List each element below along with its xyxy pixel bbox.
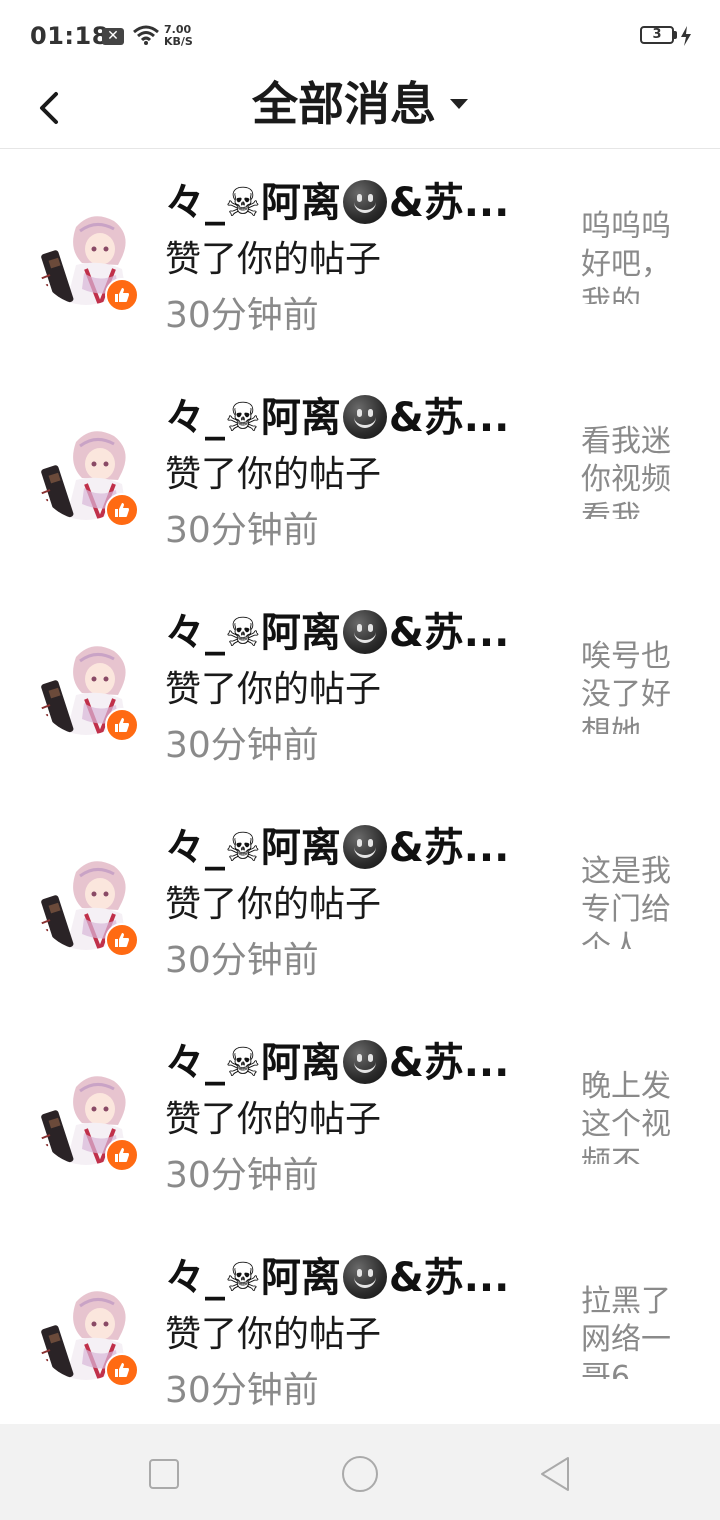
sender-name-prefix: 々_☠阿离 bbox=[165, 610, 341, 656]
action-text: 赞了你的帖子 bbox=[165, 1099, 382, 1140]
thumbs-up-icon bbox=[115, 718, 129, 732]
timestamp: 30分钟前 bbox=[165, 1155, 319, 1196]
post-preview[interactable]: 呜呜呜好吧，我的... bbox=[581, 208, 681, 304]
sender-name: 々_☠阿离 &苏... bbox=[165, 610, 509, 656]
dark-smiley-emoji-icon bbox=[342, 610, 387, 654]
triangle-back-icon bbox=[541, 1457, 569, 1491]
home-button[interactable] bbox=[340, 1454, 380, 1494]
charging-bolt-icon bbox=[681, 26, 691, 46]
message-list: 々_☠阿离 &苏... 赞了你的帖子 30分钟前 呜呜呜好吧，我的... 々_☠… bbox=[0, 150, 720, 1440]
action-text: 赞了你的帖子 bbox=[165, 884, 382, 925]
dark-smiley-emoji-icon bbox=[342, 825, 387, 869]
status-bar: 01:18 ✕ 7.00 KB/S 3 bbox=[0, 0, 720, 72]
sender-name-prefix: 々_☠阿离 bbox=[165, 1040, 341, 1086]
message-row[interactable]: 々_☠阿离 &苏... 赞了你的帖子 30分钟前 看我迷你视频看我... bbox=[0, 365, 720, 580]
thumbs-up-icon bbox=[115, 1363, 129, 1377]
wifi-icon bbox=[133, 25, 159, 45]
message-row[interactable]: 々_☠阿离 &苏... 赞了你的帖子 30分钟前 晚上发这个视频不... bbox=[0, 1010, 720, 1225]
dark-smiley-emoji-icon bbox=[342, 180, 387, 224]
message-row[interactable]: 々_☠阿离 &苏... 赞了你的帖子 30分钟前 这是我专门给个人... bbox=[0, 795, 720, 1010]
caret-down-icon bbox=[450, 99, 468, 109]
timestamp: 30分钟前 bbox=[165, 1370, 319, 1411]
timestamp: 30分钟前 bbox=[165, 940, 319, 981]
thumbs-up-icon bbox=[115, 288, 129, 302]
timestamp: 30分钟前 bbox=[165, 725, 319, 766]
timestamp: 30分钟前 bbox=[165, 510, 319, 551]
action-text: 赞了你的帖子 bbox=[165, 454, 382, 495]
thumbs-up-icon bbox=[115, 1148, 129, 1162]
timestamp: 30分钟前 bbox=[165, 295, 319, 336]
action-text: 赞了你的帖子 bbox=[165, 239, 382, 280]
like-badge bbox=[105, 1138, 139, 1172]
sender-name: 々_☠阿离 &苏... bbox=[165, 825, 509, 871]
circle-icon bbox=[342, 1456, 378, 1492]
post-preview[interactable]: 这是我专门给个人... bbox=[581, 853, 681, 949]
sender-name-suffix: &苏... bbox=[388, 1040, 510, 1086]
sender-name: 々_☠阿离 &苏... bbox=[165, 180, 509, 226]
battery-tip bbox=[674, 31, 677, 39]
sender-name-prefix: 々_☠阿离 bbox=[165, 395, 341, 441]
sender-name-prefix: 々_☠阿离 bbox=[165, 180, 341, 226]
sender-name-prefix: 々_☠阿离 bbox=[165, 825, 341, 871]
action-text: 赞了你的帖子 bbox=[165, 669, 382, 710]
like-badge bbox=[105, 493, 139, 527]
back-nav-button[interactable] bbox=[536, 1454, 576, 1494]
network-speed: 7.00 KB/S bbox=[164, 24, 193, 48]
system-nav-bar bbox=[0, 1424, 720, 1520]
sender-name: 々_☠阿离 &苏... bbox=[165, 395, 509, 441]
action-text: 赞了你的帖子 bbox=[165, 1314, 382, 1355]
page-title: 全部消息 bbox=[252, 77, 436, 131]
message-row[interactable]: 々_☠阿离 &苏... 赞了你的帖子 30分钟前 呜呜呜好吧，我的... bbox=[0, 150, 720, 365]
like-badge bbox=[105, 923, 139, 957]
message-row[interactable]: 々_☠阿离 &苏... 赞了你的帖子 30分钟前 唉号也没了好想她... bbox=[0, 580, 720, 795]
title-dropdown[interactable]: 全部消息 bbox=[0, 72, 720, 136]
notification-x-icon: ✕ bbox=[102, 28, 124, 45]
post-preview[interactable]: 看我迷你视频看我... bbox=[581, 423, 681, 519]
dark-smiley-emoji-icon bbox=[342, 1040, 387, 1084]
dark-smiley-emoji-icon bbox=[342, 395, 387, 439]
thumbs-up-icon bbox=[115, 503, 129, 517]
speed-unit: KB/S bbox=[164, 35, 193, 48]
square-icon bbox=[149, 1459, 179, 1489]
sender-name-suffix: &苏... bbox=[388, 395, 510, 441]
sender-name: 々_☠阿离 &苏... bbox=[165, 1255, 509, 1301]
sender-name-suffix: &苏... bbox=[388, 1255, 510, 1301]
like-badge bbox=[105, 708, 139, 742]
post-preview[interactable]: 唉号也没了好想她... bbox=[581, 638, 681, 734]
like-badge bbox=[105, 1353, 139, 1387]
sender-name-prefix: 々_☠阿离 bbox=[165, 1255, 341, 1301]
post-preview[interactable]: 拉黑了网络一哥6... bbox=[581, 1283, 681, 1379]
like-badge bbox=[105, 278, 139, 312]
status-time: 01:18 bbox=[30, 22, 109, 50]
message-row[interactable]: 々_☠阿离 &苏... 赞了你的帖子 30分钟前 拉黑了网络一哥6... bbox=[0, 1225, 720, 1440]
sender-name-suffix: &苏... bbox=[388, 825, 510, 871]
header: 全部消息 bbox=[0, 72, 720, 149]
sender-name: 々_☠阿离 &苏... bbox=[165, 1040, 509, 1086]
sender-name-suffix: &苏... bbox=[388, 180, 510, 226]
sender-name-suffix: &苏... bbox=[388, 610, 510, 656]
battery-icon: 3 bbox=[640, 26, 674, 44]
thumbs-up-icon bbox=[115, 933, 129, 947]
recent-apps-button[interactable] bbox=[144, 1454, 184, 1494]
dark-smiley-emoji-icon bbox=[342, 1255, 387, 1299]
post-preview[interactable]: 晚上发这个视频不... bbox=[581, 1068, 681, 1164]
